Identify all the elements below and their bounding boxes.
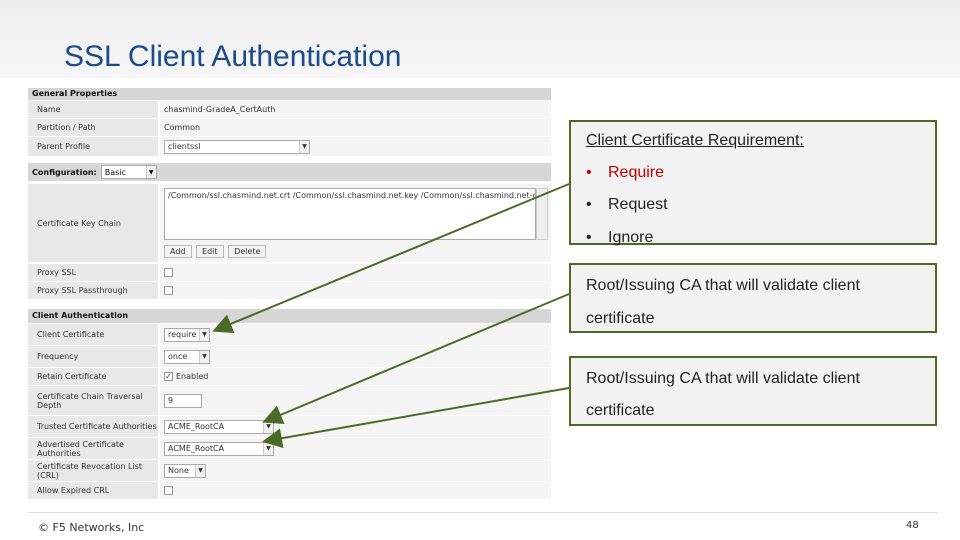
callout-arrows: [212, 183, 570, 449]
arrow-to-trusted-ca: [262, 293, 570, 425]
footer-copyright: © F5 Networks, Inc: [38, 521, 145, 534]
page-number: 48: [906, 520, 919, 531]
arrow-to-advertised-ca: [262, 387, 570, 449]
footer-divider: [28, 512, 938, 513]
arrow-to-client-certificate: [212, 183, 570, 334]
